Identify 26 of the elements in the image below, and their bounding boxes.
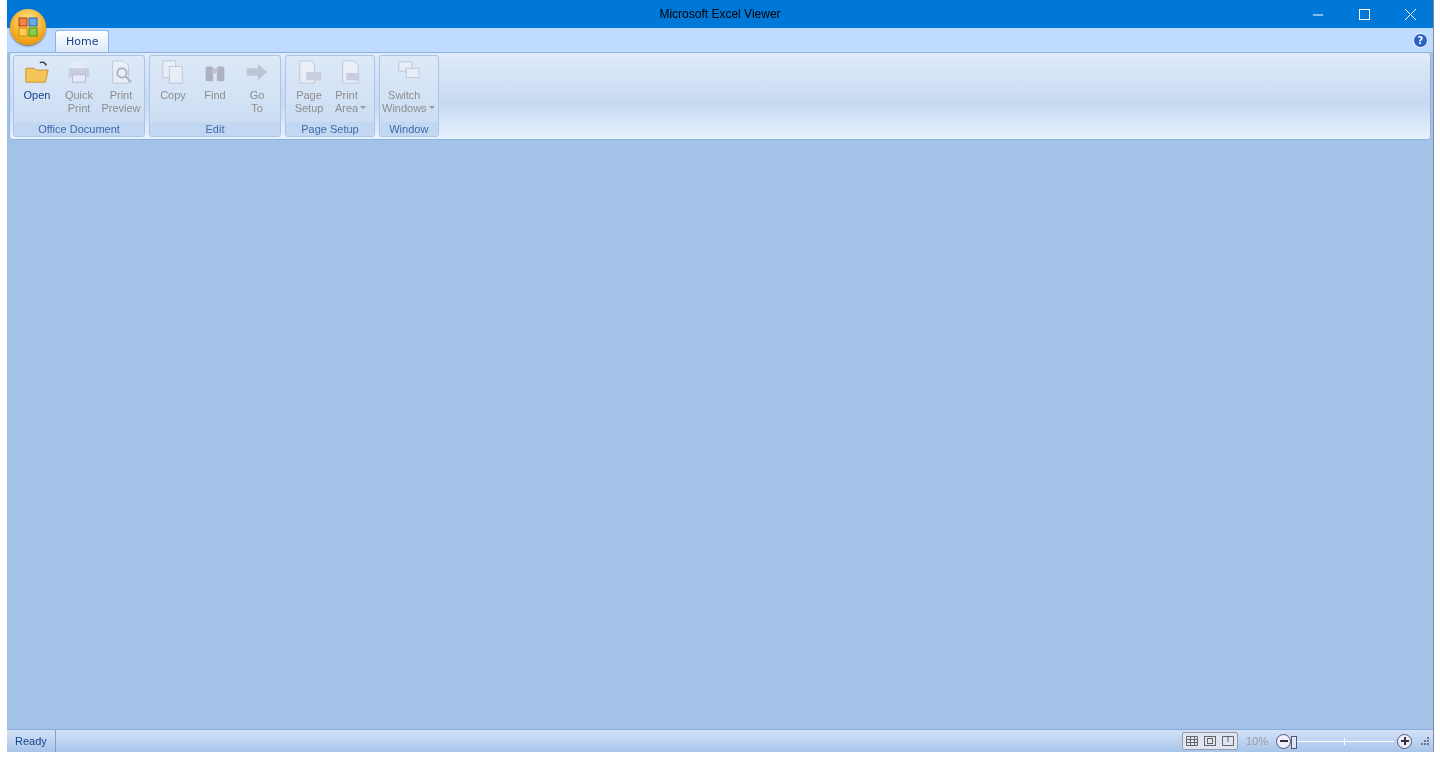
zoom-level: 10% xyxy=(1245,735,1268,747)
zoom-out-button[interactable] xyxy=(1276,733,1291,749)
ribbon-tab[interactable]: Home xyxy=(55,30,110,52)
plus-icon xyxy=(1400,737,1409,745)
minus-icon xyxy=(1279,737,1288,745)
close-icon xyxy=(1404,8,1416,20)
status-text: Ready xyxy=(7,730,56,752)
zoom-slider-thumb[interactable] xyxy=(1291,735,1297,749)
group-label: Office Document xyxy=(14,122,144,136)
office-button[interactable] xyxy=(10,9,46,45)
group-label: Page Setup xyxy=(286,122,374,136)
window-title: Microsoft Excel Viewer xyxy=(659,7,781,21)
squares-logo-icon xyxy=(18,17,38,37)
help-button[interactable]: ? xyxy=(1413,33,1428,48)
resize-grip-icon[interactable] xyxy=(1420,736,1430,746)
caret-icon xyxy=(360,106,368,110)
caret-icon xyxy=(428,106,436,110)
grid-icon xyxy=(1185,736,1198,746)
group-label: Edit xyxy=(150,122,280,136)
zoom-in-button[interactable] xyxy=(1397,733,1412,749)
ribbon-button[interactable]: Open xyxy=(16,59,58,122)
page-icon xyxy=(1203,736,1216,746)
folder-icon xyxy=(23,59,51,85)
group-label: Window xyxy=(380,122,438,136)
maximize-icon xyxy=(1358,8,1370,20)
page-break-icon xyxy=(1221,736,1234,746)
